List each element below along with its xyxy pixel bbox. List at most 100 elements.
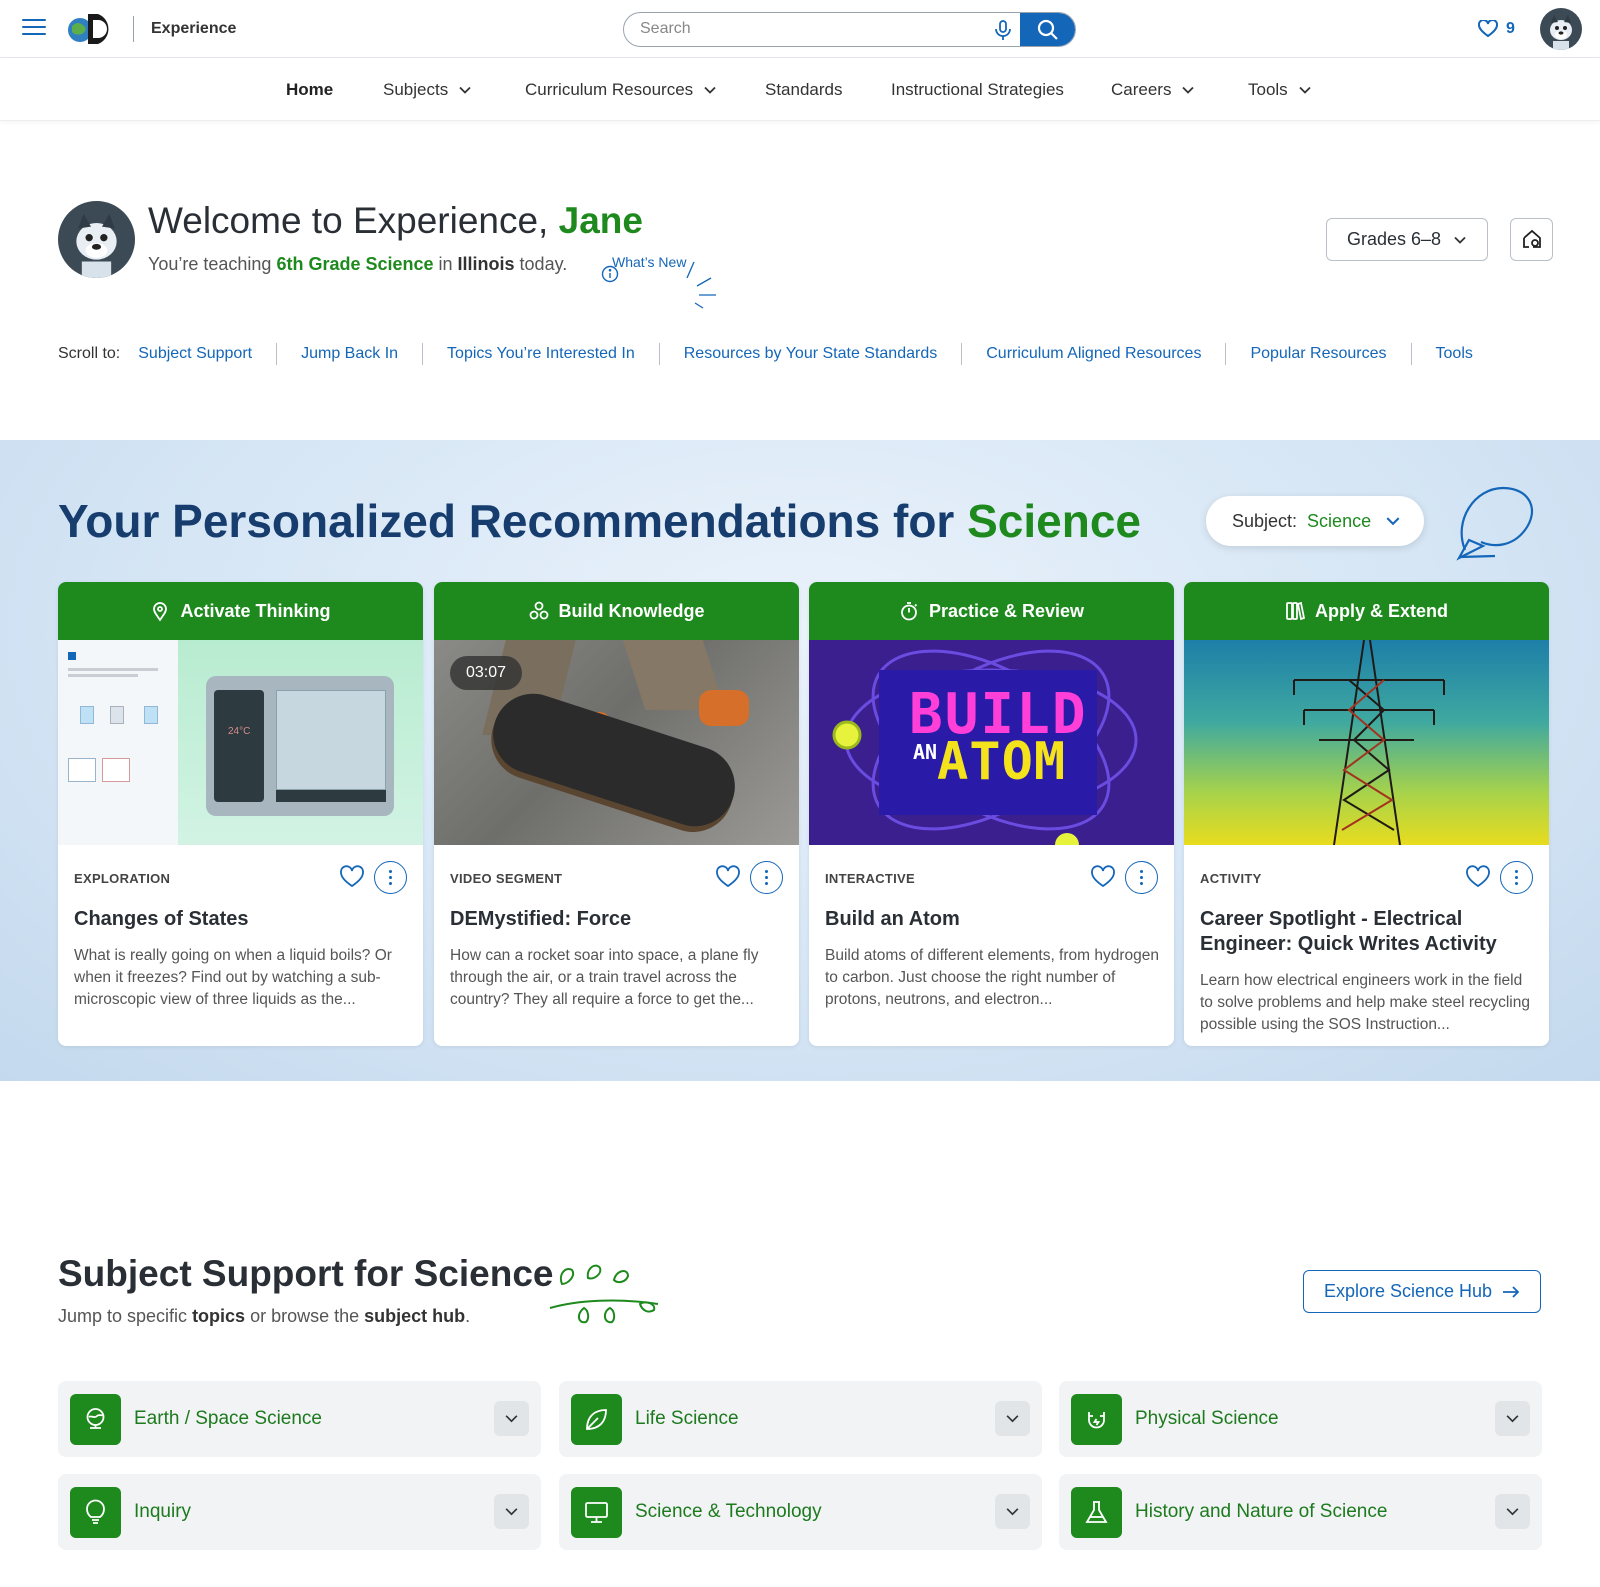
explore-science-hub-button[interactable]: Explore Science Hub <box>1303 1270 1541 1313</box>
app-name: Experience <box>151 20 237 37</box>
more-options-button[interactable] <box>750 861 783 894</box>
whats-new-link[interactable]: What’s New <box>601 254 721 314</box>
subject-tile-history-nature[interactable]: History and Nature of Science <box>1059 1474 1542 1550</box>
scroll-link-jump-back-in[interactable]: Jump Back In <box>301 345 398 363</box>
scroll-link-tools[interactable]: Tools <box>1436 345 1473 363</box>
search-input[interactable] <box>624 13 984 45</box>
recommendation-card[interactable]: Apply & Extend ACTIVITY Career Spotlight… <box>1184 582 1549 1046</box>
nav-curriculum[interactable]: Curriculum Resources <box>525 80 717 100</box>
scroll-link-state-standards[interactable]: Resources by Your State Standards <box>684 345 938 363</box>
power-tower-graphic <box>1293 640 1445 845</box>
favorite-heart-icon[interactable] <box>340 865 364 889</box>
lightbulb-pin-icon <box>153 602 168 621</box>
subject-select-value: Science <box>1307 510 1372 531</box>
recommendation-card[interactable]: Build Knowledge 03:07 VIDEO SEGMENT DEMy… <box>434 582 799 1046</box>
expand-button[interactable] <box>1495 1494 1530 1529</box>
nav-curriculum-label: Curriculum Resources <box>525 80 694 99</box>
subject-tile-physical-science[interactable]: Physical Science <box>1059 1381 1542 1457</box>
card-type: EXPLORATION <box>74 871 171 886</box>
discovery-logo[interactable] <box>66 12 118 46</box>
grades-select[interactable]: Grades 6–8 <box>1326 218 1488 261</box>
subject-select[interactable]: Subject: Science <box>1206 496 1424 546</box>
nav-tools[interactable]: Tools <box>1248 80 1312 100</box>
favorite-heart-icon[interactable] <box>1091 865 1115 889</box>
card-description: Learn how electrical engineers work in t… <box>1200 972 1530 1033</box>
card-header: Practice & Review <box>809 582 1174 640</box>
nav-standards[interactable]: Standards <box>765 80 843 100</box>
expand-button[interactable] <box>494 1401 529 1436</box>
search-bar <box>623 12 1076 47</box>
search-icon <box>1037 19 1058 40</box>
favorite-heart-icon[interactable] <box>716 865 740 889</box>
divider <box>1410 343 1412 365</box>
card-title[interactable]: Career Spotlight - Electrical Engineer: … <box>1200 907 1520 957</box>
nav-careers[interactable]: Careers <box>1111 80 1195 100</box>
chevron-down-icon <box>1506 1415 1519 1423</box>
nav-subjects[interactable]: Subjects <box>383 80 472 100</box>
tile-label: Science & Technology <box>635 1501 822 1522</box>
subject-tile-earth-space[interactable]: Earth / Space Science <box>58 1381 541 1457</box>
welcome-subtext: You’re teaching 6th Grade Science in Ill… <box>148 254 567 275</box>
recommendation-card[interactable]: Practice & Review BUILD AN ATOM INTERACT… <box>809 582 1174 1046</box>
card-header-label: Activate Thinking <box>180 600 331 621</box>
menu-icon[interactable] <box>22 19 46 39</box>
chevron-down-icon <box>505 1415 518 1423</box>
divider <box>422 343 424 365</box>
welcome-heading: Welcome to Experience, Jane <box>148 200 643 242</box>
scroll-link-topics[interactable]: Topics You’re Interested In <box>447 345 635 363</box>
divider <box>276 343 278 365</box>
favorite-heart-icon[interactable] <box>1466 865 1490 889</box>
chevron-down-icon <box>1454 236 1466 244</box>
main-nav: Home Subjects Curriculum Resources Stand… <box>0 58 1600 121</box>
user-avatar[interactable] <box>1540 8 1582 50</box>
microphone-icon[interactable] <box>992 19 1014 41</box>
lightbulb-icon <box>70 1487 121 1538</box>
nav-home-label: Home <box>286 80 334 99</box>
more-options-button[interactable] <box>1500 861 1533 894</box>
logo-divider <box>133 16 134 42</box>
scroll-link-subject-support[interactable]: Subject Support <box>138 345 252 363</box>
nav-home[interactable]: Home <box>286 80 333 100</box>
subject-tile-life-science[interactable]: Life Science <box>559 1381 1042 1457</box>
expand-button[interactable] <box>995 1494 1030 1529</box>
chevron-down-icon <box>1386 517 1400 526</box>
subject-support-title: Subject Support for Science <box>58 1253 554 1294</box>
divider <box>1225 343 1227 365</box>
card-header: Activate Thinking <box>58 582 423 640</box>
expand-button[interactable] <box>494 1494 529 1529</box>
tile-label: Inquiry <box>134 1501 192 1522</box>
card-title[interactable]: Changes of States <box>74 907 394 932</box>
card-header-label: Build Knowledge <box>558 600 705 621</box>
scroll-link-curriculum-aligned[interactable]: Curriculum Aligned Resources <box>986 345 1201 363</box>
thumbnail-text-an: AN <box>913 740 938 764</box>
more-options-button[interactable] <box>374 861 407 894</box>
favorites-count: 9 <box>1506 20 1515 37</box>
expand-button[interactable] <box>995 1401 1030 1436</box>
stopwatch-icon <box>901 602 918 621</box>
card-header: Build Knowledge <box>434 582 799 640</box>
heart-icon <box>1478 20 1498 38</box>
recommendation-card[interactable]: Activate Thinking 24°C EXPLORATION Chang… <box>58 582 423 1046</box>
card-header-label: Apply & Extend <box>1314 600 1448 621</box>
earth-space-icon <box>70 1394 121 1445</box>
nav-strategies[interactable]: Instructional Strategies <box>891 80 1064 100</box>
welcome-sub-prefix: You’re teaching <box>148 254 277 274</box>
subject-tile-inquiry[interactable]: Inquiry <box>58 1474 541 1550</box>
favorites-button[interactable]: 9 <box>1478 18 1515 40</box>
expand-button[interactable] <box>1495 1401 1530 1436</box>
card-title[interactable]: Build an Atom <box>825 907 1145 932</box>
subject-tile-science-technology[interactable]: Science & Technology <box>559 1474 1042 1550</box>
search-button[interactable] <box>1020 13 1075 46</box>
home-settings-icon <box>1523 229 1541 248</box>
divider <box>658 343 660 365</box>
card-description: Build atoms of different elements, from … <box>825 947 1159 1008</box>
set-homepage-button[interactable] <box>1510 218 1553 261</box>
card-thumbnail: 24°C <box>58 640 423 845</box>
card-title[interactable]: DEMystified: Force <box>450 907 770 932</box>
more-options-button[interactable] <box>1125 861 1158 894</box>
tile-label: Life Science <box>635 1408 739 1429</box>
scroll-link-popular[interactable]: Popular Resources <box>1250 345 1386 363</box>
thumbnail-temperature: 24°C <box>228 726 251 737</box>
nav-tools-label: Tools <box>1248 80 1288 99</box>
chevron-down-icon <box>1506 1508 1519 1516</box>
